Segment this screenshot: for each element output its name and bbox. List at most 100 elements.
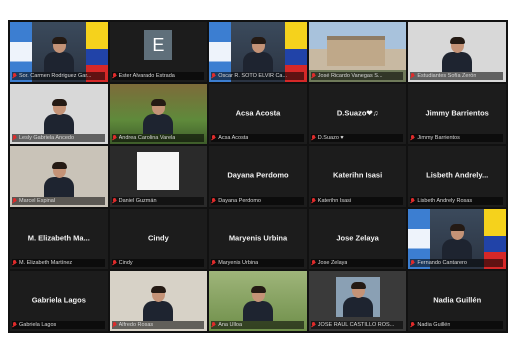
muted-mic-icon bbox=[112, 135, 117, 141]
person-hair bbox=[450, 223, 466, 231]
participant-tile[interactable]: Jose Zelaya Jose Zelaya bbox=[308, 208, 407, 269]
participant-tile[interactable]: Marcel Espinal bbox=[10, 146, 108, 207]
participant-display-name: Dayana Perdomo bbox=[227, 171, 289, 181]
muted-mic-icon bbox=[311, 197, 316, 204]
participant-name-label: Cindy bbox=[118, 259, 133, 266]
participant-tile[interactable]: Jimmy Barrientos Jimmy Barrientos bbox=[408, 84, 506, 145]
person-body bbox=[342, 297, 373, 317]
person-body bbox=[242, 52, 273, 73]
participant-name-label: Acsa Acosta bbox=[218, 135, 249, 142]
participant-name-label: Ana Ulloa bbox=[218, 322, 243, 328]
participant-tile[interactable]: Lesly Gabriela Ancedo bbox=[10, 84, 108, 145]
participant-tile[interactable]: Alfredo Rosas bbox=[109, 270, 208, 331]
participant-name-label: Andrea Carolina Varela bbox=[118, 135, 176, 142]
person-body bbox=[43, 52, 74, 73]
participant-tile[interactable]: Daniel Guzmán bbox=[109, 146, 208, 207]
person-hair bbox=[51, 161, 67, 169]
muted-mic-icon bbox=[410, 73, 415, 79]
person-hair bbox=[250, 37, 266, 45]
participant-label: M. Elizabeth Martínez bbox=[12, 258, 105, 267]
muted-mic-icon bbox=[311, 73, 316, 79]
person-figure bbox=[442, 37, 473, 73]
muted-mic-icon bbox=[211, 135, 216, 141]
participant-tile[interactable]: José Ricardo Vanegas S... bbox=[308, 22, 407, 83]
muted-mic-icon bbox=[211, 259, 216, 266]
participant-name-label: Estudiantes Sofía Zerón bbox=[417, 73, 477, 80]
participant-tile[interactable]: Maryenis Urbina Maryenis Urbina bbox=[209, 208, 307, 269]
participant-display-name: Gabriela Lagos bbox=[31, 295, 86, 305]
muted-mic-icon bbox=[12, 135, 17, 141]
participant-tile[interactable]: Acsa Acosta Acsa Acosta bbox=[209, 84, 307, 145]
participant-tile[interactable]: Lisbeth Andrely... Lisbeth Andrely Rosas bbox=[408, 146, 506, 207]
participant-tile[interactable]: Cindy Cindy bbox=[109, 208, 208, 269]
muted-mic-icon bbox=[211, 197, 216, 204]
participant-tile[interactable]: JOSE RAUL CASTILLO ROS... bbox=[308, 270, 407, 331]
building-background bbox=[326, 36, 385, 66]
participant-label: Lesly Gabriela Ancedo bbox=[12, 134, 105, 143]
participant-tile[interactable]: Nadia Guillén Nadia Guillén bbox=[408, 270, 506, 331]
person-body bbox=[143, 301, 174, 321]
participant-name-label: Nadia Guillén bbox=[417, 322, 451, 328]
participant-tile[interactable]: Sor. Carmen Rodriguez Gar... bbox=[10, 22, 108, 83]
participant-display-name: Nadia Guillén bbox=[433, 295, 482, 305]
participant-label: Marcel Espinal bbox=[12, 196, 105, 205]
participant-display-name: Cindy bbox=[147, 233, 169, 243]
participant-name-label: Marcel Espinal bbox=[19, 197, 56, 204]
participant-label: D.Suazo ♥ bbox=[310, 134, 404, 143]
muted-mic-icon bbox=[12, 259, 17, 266]
participant-label: Alfredo Rosas bbox=[111, 321, 205, 329]
participant-name-label: Sor. Carmen Rodriguez Gar... bbox=[19, 73, 92, 80]
participant-label: JOSE RAUL CASTILLO ROS... bbox=[310, 321, 404, 329]
participant-avatar: E bbox=[144, 30, 173, 60]
muted-mic-icon bbox=[211, 73, 216, 79]
participant-display-name: D.Suazo❤︎♫ bbox=[336, 108, 379, 118]
muted-mic-icon bbox=[12, 73, 17, 79]
participant-tile[interactable]: Oscar R. SOTO ELVIR Ca... bbox=[209, 22, 307, 83]
muted-mic-icon bbox=[410, 259, 415, 266]
participant-label: Ana Ulloa bbox=[211, 321, 304, 329]
muted-mic-icon bbox=[410, 135, 415, 141]
muted-mic-icon bbox=[112, 73, 117, 79]
person-figure bbox=[43, 161, 74, 197]
participant-tile[interactable]: Fernando Cantarero bbox=[408, 208, 506, 269]
participant-name-label: Maryenis Urbina bbox=[218, 259, 259, 266]
person-figure bbox=[43, 99, 74, 135]
participant-tile[interactable]: M. Elizabeth Ma... M. Elizabeth Martínez bbox=[10, 208, 108, 269]
participant-label: Andrea Carolina Varela bbox=[111, 134, 205, 143]
participant-label: Oscar R. SOTO ELVIR Ca... bbox=[211, 72, 304, 81]
person-body bbox=[442, 238, 473, 259]
participant-display-name: Acsa Acosta bbox=[235, 108, 281, 118]
person-hair bbox=[250, 286, 266, 293]
participant-name-label: José Ricardo Vanegas S... bbox=[317, 73, 383, 80]
participant-label: Jose Zelaya bbox=[310, 258, 404, 267]
participant-name-label: Fernando Cantarero bbox=[417, 259, 467, 266]
muted-mic-icon bbox=[112, 322, 117, 328]
participant-label: Ester Alvarado Estrada bbox=[111, 72, 205, 81]
participant-tile[interactable]: Katerihn Isasi Katerihn Isasi bbox=[308, 146, 407, 207]
participant-display-name: Jimmy Barrientos bbox=[425, 108, 489, 118]
participant-name-label: JOSE RAUL CASTILLO ROS... bbox=[317, 322, 395, 328]
person-body bbox=[442, 52, 473, 73]
muted-mic-icon bbox=[410, 322, 415, 328]
participant-tile[interactable]: D.Suazo❤︎♫ D.Suazo ♥ bbox=[308, 84, 407, 145]
participant-name-label: M. Elizabeth Martínez bbox=[19, 259, 73, 266]
participant-label: Gabriela Lagos bbox=[12, 321, 105, 329]
participant-name-label: D.Suazo ♥ bbox=[317, 135, 344, 142]
participant-display-name: Katerihn Isasi bbox=[333, 171, 383, 181]
muted-mic-icon bbox=[12, 197, 17, 204]
person-hair bbox=[51, 99, 67, 107]
person-hair bbox=[51, 37, 67, 45]
participant-tile[interactable]: Gabriela Lagos Gabriela Lagos bbox=[10, 270, 108, 331]
muted-mic-icon bbox=[311, 322, 316, 328]
participant-tile[interactable]: Ana Ulloa bbox=[209, 270, 307, 331]
participant-name-label: Jose Zelaya bbox=[317, 259, 348, 266]
participant-tile[interactable]: E Ester Alvarado Estrada bbox=[109, 22, 208, 83]
participant-tile[interactable]: Dayana Perdomo Dayana Perdomo bbox=[209, 146, 307, 207]
participant-tile[interactable]: Andrea Carolina Varela bbox=[109, 84, 208, 145]
muted-mic-icon bbox=[211, 322, 216, 328]
participant-label: Dayana Perdomo bbox=[211, 196, 304, 205]
participant-label: Katerihn Isasi bbox=[310, 196, 404, 205]
participant-tile[interactable]: Estudiantes Sofía Zerón bbox=[408, 22, 506, 83]
person-hair bbox=[151, 99, 167, 107]
muted-mic-icon bbox=[112, 259, 117, 266]
